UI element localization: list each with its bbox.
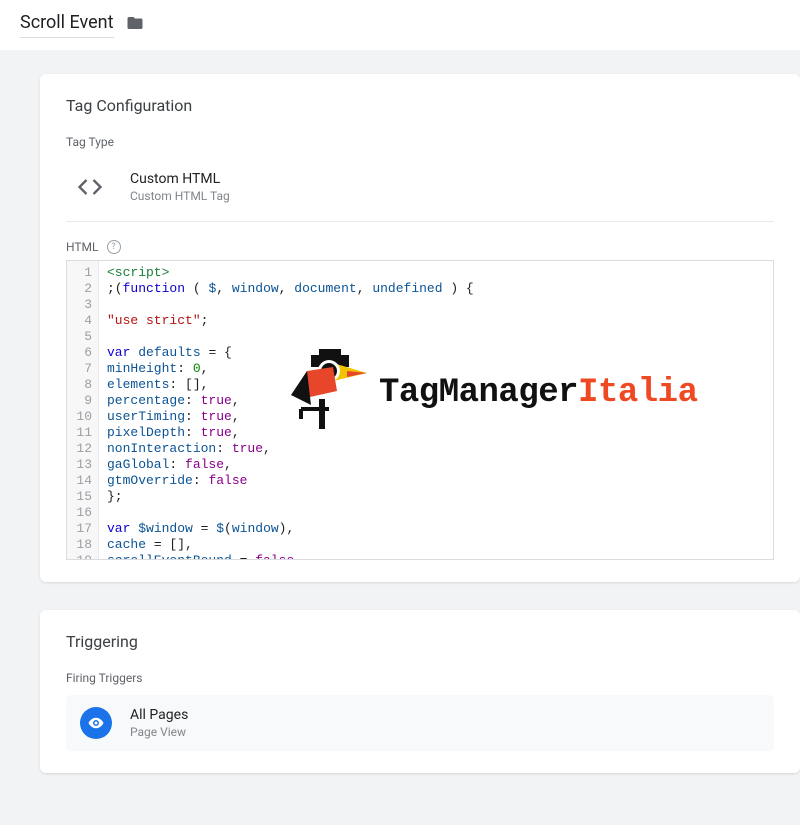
trigger-text: All Pages Page View	[130, 707, 188, 739]
card-title: Triggering	[66, 632, 774, 651]
tag-configuration-card[interactable]: Tag Configuration Tag Type Custom HTML C…	[40, 74, 800, 582]
content-area: Tag Configuration Tag Type Custom HTML C…	[0, 50, 800, 825]
html-label-row: HTML ?	[66, 240, 774, 254]
trigger-sub: Page View	[130, 725, 188, 739]
firing-triggers-label: Firing Triggers	[66, 671, 774, 685]
code-lines[interactable]: <script>;(function ( $, window, document…	[99, 261, 773, 559]
tag-type-sub: Custom HTML Tag	[130, 189, 230, 203]
tag-type-name: Custom HTML	[130, 171, 230, 187]
folder-icon[interactable]	[126, 14, 144, 36]
html-label: HTML	[66, 240, 99, 254]
trigger-row[interactable]: All Pages Page View	[66, 695, 774, 751]
help-icon[interactable]: ?	[107, 240, 121, 254]
tag-type-row[interactable]: Custom HTML Custom HTML Tag	[66, 159, 774, 222]
triggering-card[interactable]: Triggering Firing Triggers All Pages Pag…	[40, 610, 800, 773]
tag-type-text: Custom HTML Custom HTML Tag	[130, 171, 230, 203]
card-title: Tag Configuration	[66, 96, 774, 115]
code-brackets-icon	[70, 167, 110, 207]
trigger-name: All Pages	[130, 707, 188, 723]
code-editor[interactable]: 12345678910111213141516171819 <script>;(…	[66, 260, 774, 560]
eye-icon	[80, 707, 112, 739]
tag-type-label: Tag Type	[66, 135, 774, 149]
page-header: Scroll Event	[0, 0, 800, 50]
line-gutter: 12345678910111213141516171819	[67, 261, 99, 559]
page-title[interactable]: Scroll Event	[20, 12, 114, 38]
